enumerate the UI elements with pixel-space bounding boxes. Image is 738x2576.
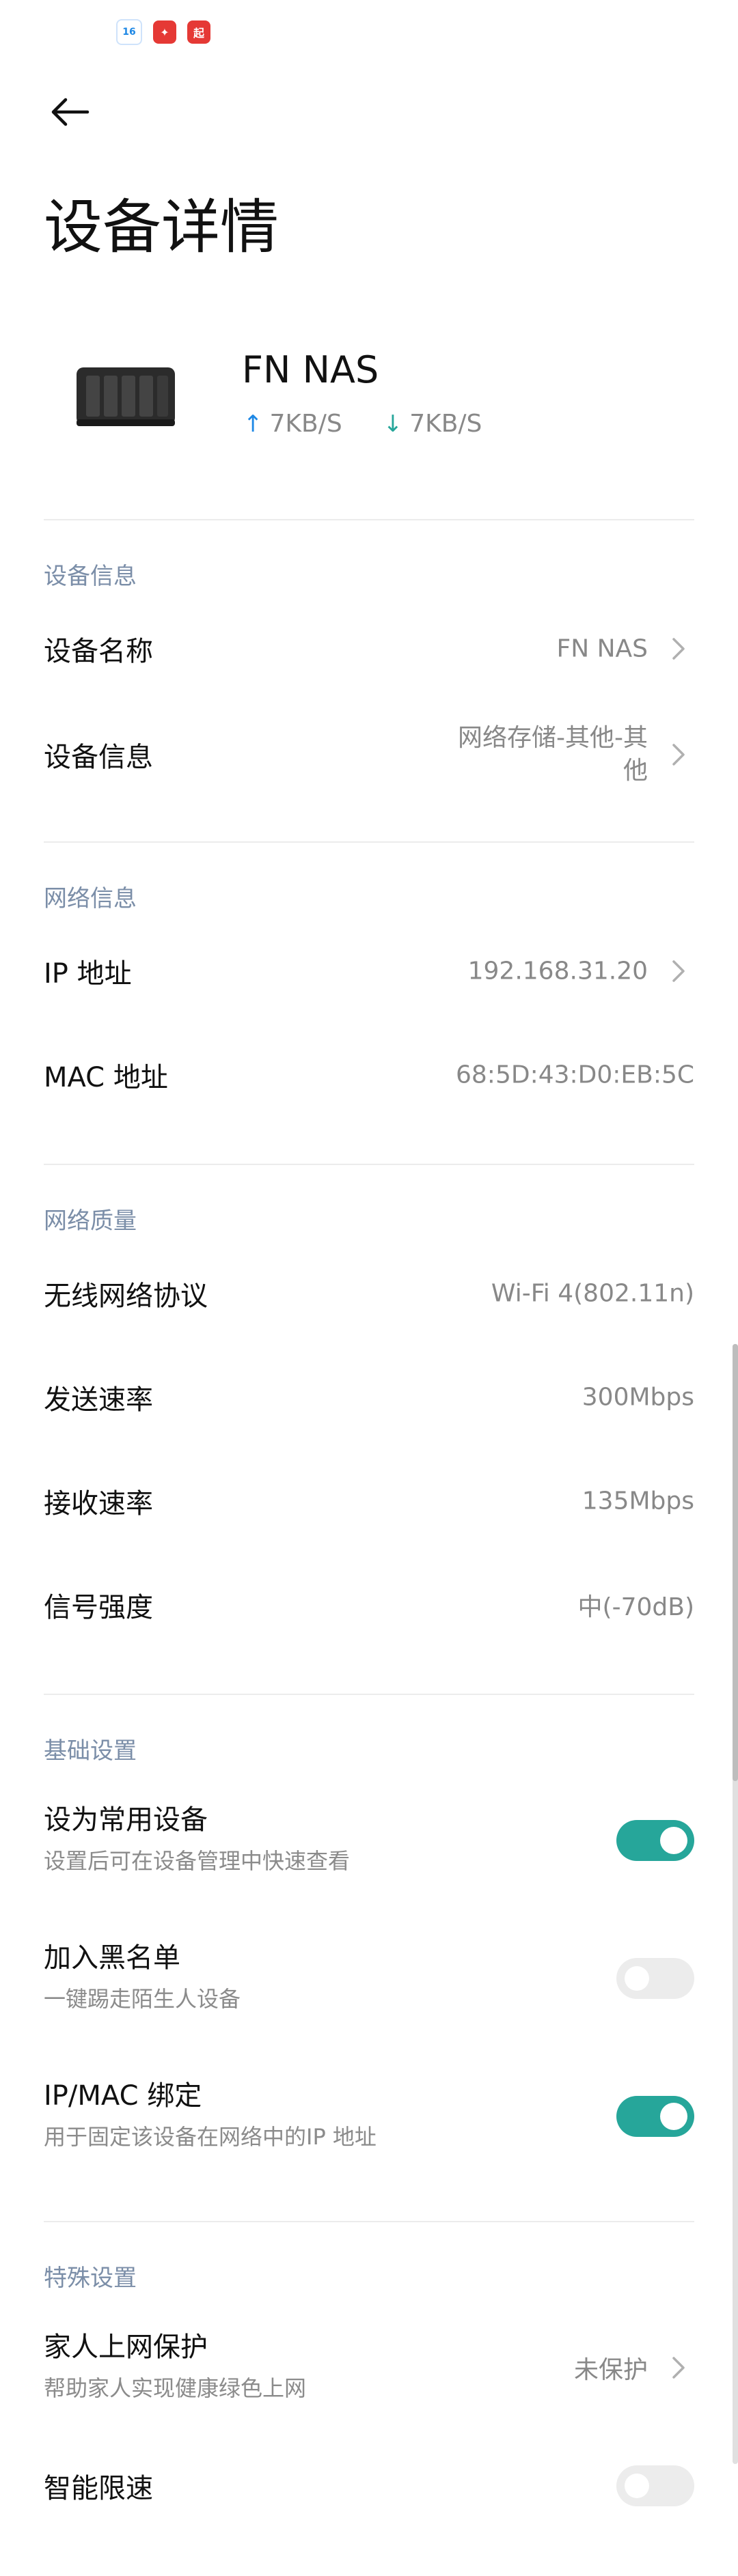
chevron-right-icon xyxy=(672,2357,685,2379)
row-label: 设为常用设备 xyxy=(44,1804,208,1836)
divider xyxy=(44,2221,694,2222)
row-label: 信号强度 xyxy=(44,1592,153,1623)
row-label: 智能限速 xyxy=(44,2473,153,2504)
toggle-knob xyxy=(625,1966,649,1991)
row-wireless-protocol: 无线网络协议 Wi-Fi 4(802.11n) xyxy=(44,1252,694,1334)
row-value: FN NAS xyxy=(556,634,648,663)
divider xyxy=(44,1694,694,1695)
row-subtitle: 帮助家人实现健康绿色上网 xyxy=(44,2375,307,2401)
upload-speed: ↑ 7KB/S xyxy=(243,410,342,438)
row-value-line2: 他 xyxy=(623,757,648,785)
scrollbar-thumb[interactable] xyxy=(733,1344,738,1781)
row-value: 中(-70dB) xyxy=(577,1593,694,1621)
row-label: 无线网络协议 xyxy=(44,1280,208,1312)
divider xyxy=(44,841,694,843)
row-value: 135Mbps xyxy=(582,1487,694,1515)
section-title-device-info: 设备信息 xyxy=(44,563,137,590)
download-speed: ↓ 7KB/S xyxy=(383,410,482,438)
row-label: 加入黑名单 xyxy=(44,1942,180,1974)
row-value-line1: 网络存储-其他-其 xyxy=(458,724,648,752)
row-label: 家人上网保护 xyxy=(44,2332,208,2363)
app-16-icon: 16 xyxy=(116,19,142,45)
section-title-network-quality: 网络质量 xyxy=(44,1207,137,1235)
page-title: 设备详情 xyxy=(44,193,279,262)
app-red2-icon: 起 xyxy=(187,20,210,44)
device-name: FN NAS xyxy=(242,348,379,391)
row-subtitle: 用于固定该设备在网络中的IP 地址 xyxy=(44,2124,377,2150)
chevron-right-icon xyxy=(672,744,685,766)
toggle-knob xyxy=(660,1827,687,1854)
section-title-network-info: 网络信息 xyxy=(44,885,137,912)
row-blacklist: 加入黑名单 一键踢走陌生人设备 xyxy=(44,1927,694,2030)
arrow-down-icon: ↓ xyxy=(383,410,403,438)
row-value: Wi-Fi 4(802.11n) xyxy=(491,1279,694,1308)
nas-device-icon xyxy=(77,367,175,426)
row-common-device: 设为常用设备 设置后可在设备管理中快速查看 xyxy=(44,1789,694,1892)
row-value: 300Mbps xyxy=(582,1383,694,1412)
row-signal-strength: 信号强度 中(-70dB) xyxy=(44,1564,694,1646)
row-label: MAC 地址 xyxy=(44,1062,168,1093)
row-label: IP 地址 xyxy=(44,958,132,990)
download-speed-value: 7KB/S xyxy=(409,410,482,438)
row-label: 发送速率 xyxy=(44,1384,153,1416)
row-label: 接收速率 xyxy=(44,1488,153,1520)
toggle-knob xyxy=(660,2103,687,2130)
row-tx-rate: 发送速率 300Mbps xyxy=(44,1356,694,1438)
row-rx-rate: 接收速率 135Mbps xyxy=(44,1460,694,1542)
status-bar-notifications: 16 ✦ 起 xyxy=(116,19,210,45)
row-device-name[interactable]: 设备名称 FN NAS xyxy=(44,608,694,690)
row-ip-mac-binding: IP/MAC 绑定 用于固定该设备在网络中的IP 地址 xyxy=(44,2065,694,2168)
section-title-basic-settings: 基础设置 xyxy=(44,1737,137,1765)
row-mac-address: MAC 地址 68:5D:43:D0:EB:5C xyxy=(44,1034,694,1116)
row-smart-speed-limit: 智能限速 xyxy=(44,2445,694,2527)
row-value: 68:5D:43:D0:EB:5C xyxy=(456,1061,694,1089)
row-device-info[interactable]: 设备信息 网络存储-其他-其 他 xyxy=(44,710,694,799)
row-label: 设备信息 xyxy=(44,742,153,773)
ip-mac-binding-toggle[interactable] xyxy=(616,2096,694,2137)
divider xyxy=(44,1164,694,1165)
blacklist-toggle[interactable] xyxy=(616,1958,694,1999)
arrow-left-icon xyxy=(51,98,90,126)
row-value: 网络存储-其他-其 他 xyxy=(458,722,648,787)
row-ip-address[interactable]: IP 地址 192.168.31.20 xyxy=(44,930,694,1012)
chevron-right-icon xyxy=(672,960,685,982)
row-subtitle: 一键踢走陌生人设备 xyxy=(44,1986,241,2012)
device-speeds: ↑ 7KB/S ↓ 7KB/S xyxy=(243,410,482,438)
common-device-toggle[interactable] xyxy=(616,1820,694,1861)
chevron-right-icon xyxy=(672,638,685,660)
row-subtitle: 设置后可在设备管理中快速查看 xyxy=(44,1848,351,1874)
row-family-protection[interactable]: 家人上网保护 帮助家人实现健康绿色上网 未保护 xyxy=(44,2316,694,2419)
row-label: IP/MAC 绑定 xyxy=(44,2080,202,2112)
back-button[interactable] xyxy=(45,87,94,137)
section-title-special-settings: 特殊设置 xyxy=(44,2265,137,2292)
status-bar: 16 ✦ 起 xyxy=(0,0,738,65)
scrollbar[interactable] xyxy=(733,1344,738,2464)
smart-speed-limit-toggle[interactable] xyxy=(616,2465,694,2506)
toggle-knob xyxy=(625,2474,649,2498)
arrow-up-icon: ↑ xyxy=(243,410,263,438)
device-header: FN NAS ↑ 7KB/S ↓ 7KB/S xyxy=(44,328,693,478)
divider xyxy=(44,519,694,520)
row-value: 192.168.31.20 xyxy=(467,957,648,985)
row-label: 设备名称 xyxy=(44,636,153,667)
row-value: 未保护 xyxy=(573,2356,648,2384)
upload-speed-value: 7KB/S xyxy=(269,410,342,438)
app-red-icon: ✦ xyxy=(153,20,176,44)
